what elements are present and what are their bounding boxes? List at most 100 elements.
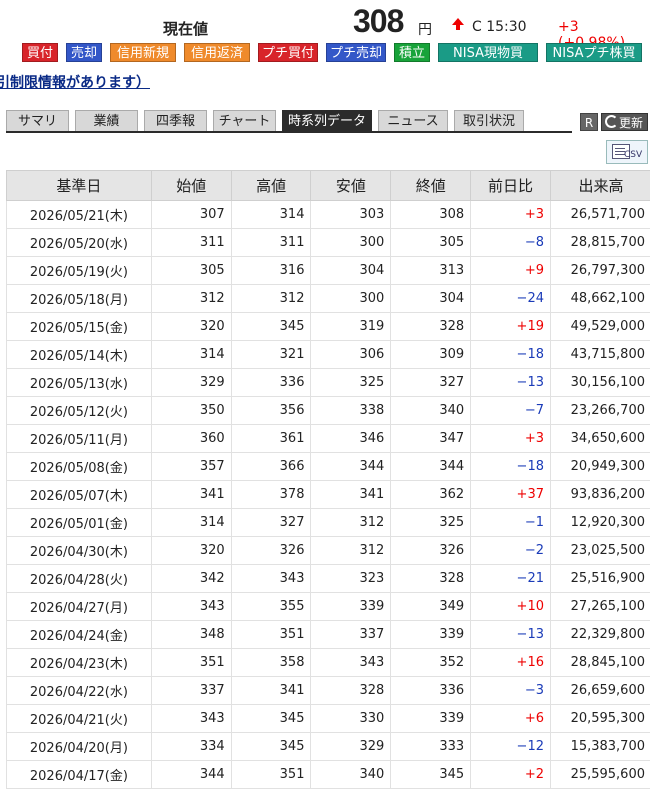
- cell-open: 334: [150, 732, 232, 761]
- cell-open: 307: [150, 200, 232, 229]
- cell-high: 336: [230, 368, 312, 397]
- cell-low: 339: [310, 592, 392, 621]
- table-row: 2026/04/30(木) 320 326 312 326 −2 23,025,500: [6, 536, 650, 565]
- cell-volume: 22,329,800: [549, 620, 650, 649]
- margin-new-button[interactable]: 信用新規: [110, 43, 176, 62]
- cell-date: 2026/04/28(火): [6, 564, 152, 593]
- cell-low: 300: [310, 284, 392, 313]
- cell-close: 339: [390, 620, 472, 649]
- cell-high: 378: [230, 480, 312, 509]
- table-row: 2026/04/23(木) 351 358 343 352 +16 28,845,100: [6, 648, 650, 677]
- petit-buy-button[interactable]: プチ買付: [258, 43, 318, 62]
- cell-close: 308: [390, 200, 472, 229]
- table-row: 2026/04/17(金) 344 351 340 345 +2 25,595,600: [6, 760, 650, 789]
- cell-high: 361: [230, 424, 312, 453]
- tab-earnings[interactable]: 業績: [75, 110, 138, 132]
- cell-volume: 15,383,700: [549, 732, 650, 761]
- nisa-buy-button[interactable]: NISA現物買: [438, 43, 538, 62]
- tab-shikiho[interactable]: 四季報: [144, 110, 207, 132]
- cell-open: 342: [150, 564, 232, 593]
- cell-high: 316: [230, 256, 312, 285]
- buy-button[interactable]: 買付: [22, 43, 58, 62]
- cell-close: 352: [390, 648, 472, 677]
- col-header-close: 終値: [390, 170, 472, 201]
- cell-open: 314: [150, 508, 232, 537]
- cell-close: 339: [390, 704, 472, 733]
- cell-open: 305: [150, 256, 232, 285]
- cell-low: 325: [310, 368, 392, 397]
- tab-news[interactable]: ニュース: [378, 110, 448, 132]
- table-row: 2026/04/20(月) 334 345 329 333 −12 15,383,700: [6, 732, 650, 761]
- cell-diff: +10: [470, 592, 551, 621]
- nisa-petit-buy-button[interactable]: NISAプチ株買: [546, 43, 642, 62]
- cell-diff: +3: [470, 424, 551, 453]
- col-header-change: 前日比: [470, 170, 551, 201]
- cell-volume: 25,595,600: [549, 760, 650, 789]
- cell-open: 311: [150, 228, 232, 257]
- r-button[interactable]: R: [580, 113, 598, 131]
- arrow-up-icon: [452, 18, 464, 30]
- cell-date: 2026/05/08(金): [6, 452, 152, 481]
- cell-volume: 28,815,700: [549, 228, 650, 257]
- cell-date: 2026/05/07(木): [6, 480, 152, 509]
- cell-low: 312: [310, 536, 392, 565]
- table-row: 2026/05/19(火) 305 316 304 313 +9 26,797,300: [6, 256, 650, 285]
- restriction-notice-link[interactable]: 引制限情報があります）: [0, 72, 150, 92]
- csv-download-button[interactable]: CSV: [606, 140, 648, 164]
- table-row: 2026/04/24(金) 348 351 337 339 −13 22,329,800: [6, 620, 650, 649]
- cell-date: 2026/05/18(月): [6, 284, 152, 313]
- tab-summary[interactable]: サマリ: [6, 110, 69, 132]
- cell-date: 2026/04/30(木): [6, 536, 152, 565]
- table-row: 2026/05/18(月) 312 312 300 304 −24 48,662,100: [6, 284, 650, 313]
- table-row: 2026/04/28(火) 342 343 323 328 −21 25,516,900: [6, 564, 650, 593]
- cell-date: 2026/04/20(月): [6, 732, 152, 761]
- cell-close: 305: [390, 228, 472, 257]
- cell-low: 304: [310, 256, 392, 285]
- cell-volume: 48,662,100: [549, 284, 650, 313]
- col-header-volume: 出来高: [549, 170, 650, 201]
- cell-high: 341: [230, 676, 312, 705]
- cell-open: 329: [150, 368, 232, 397]
- margin-repay-button[interactable]: 信用返済: [184, 43, 250, 62]
- current-price-label: 現在値: [163, 20, 209, 38]
- cell-high: 326: [230, 536, 312, 565]
- cell-close: 347: [390, 424, 472, 453]
- tab-chart[interactable]: チャート: [213, 110, 276, 132]
- cell-open: 351: [150, 648, 232, 677]
- cell-open: 314: [150, 340, 232, 369]
- cell-diff: −3: [470, 676, 551, 705]
- table-header-row: 基準日 始値 高値 安値 終値 前日比 出来高: [6, 170, 650, 201]
- table-body: 2026/05/21(木) 307 314 303 308 +3 26,571,700 202…: [6, 200, 650, 789]
- tab-time-series[interactable]: 時系列データ: [282, 110, 372, 132]
- table-row: 2026/04/22(水) 337 341 328 336 −3 26,659,600: [6, 676, 650, 705]
- accumulate-button[interactable]: 積立: [394, 43, 430, 62]
- cell-diff: +16: [470, 648, 551, 677]
- cell-close: 333: [390, 732, 472, 761]
- cell-diff: +3: [470, 200, 551, 229]
- cell-high: 366: [230, 452, 312, 481]
- cell-open: 350: [150, 396, 232, 425]
- table-row: 2026/05/21(木) 307 314 303 308 +3 26,571,700: [6, 200, 650, 229]
- col-header-high: 高値: [230, 170, 312, 201]
- cell-low: 300: [310, 228, 392, 257]
- cell-high: 351: [230, 620, 312, 649]
- cell-open: 320: [150, 536, 232, 565]
- cell-high: 345: [230, 732, 312, 761]
- refresh-button[interactable]: 更新: [601, 113, 648, 131]
- cell-diff: −24: [470, 284, 551, 313]
- cell-open: 357: [150, 452, 232, 481]
- cell-diff: −7: [470, 396, 551, 425]
- cell-open: 312: [150, 284, 232, 313]
- cell-diff: −8: [470, 228, 551, 257]
- petit-sell-button[interactable]: プチ売却: [326, 43, 386, 62]
- cell-high: 356: [230, 396, 312, 425]
- tab-trading-status[interactable]: 取引状況: [454, 110, 524, 132]
- cell-low: 303: [310, 200, 392, 229]
- table-row: 2026/05/08(金) 357 366 344 344 −18 20,949,300: [6, 452, 650, 481]
- cell-high: 345: [230, 704, 312, 733]
- cell-date: 2026/05/21(木): [6, 200, 152, 229]
- sell-button[interactable]: 売却: [66, 43, 102, 62]
- cell-low: 306: [310, 340, 392, 369]
- tab-underline: [6, 131, 572, 133]
- cell-date: 2026/04/23(木): [6, 648, 152, 677]
